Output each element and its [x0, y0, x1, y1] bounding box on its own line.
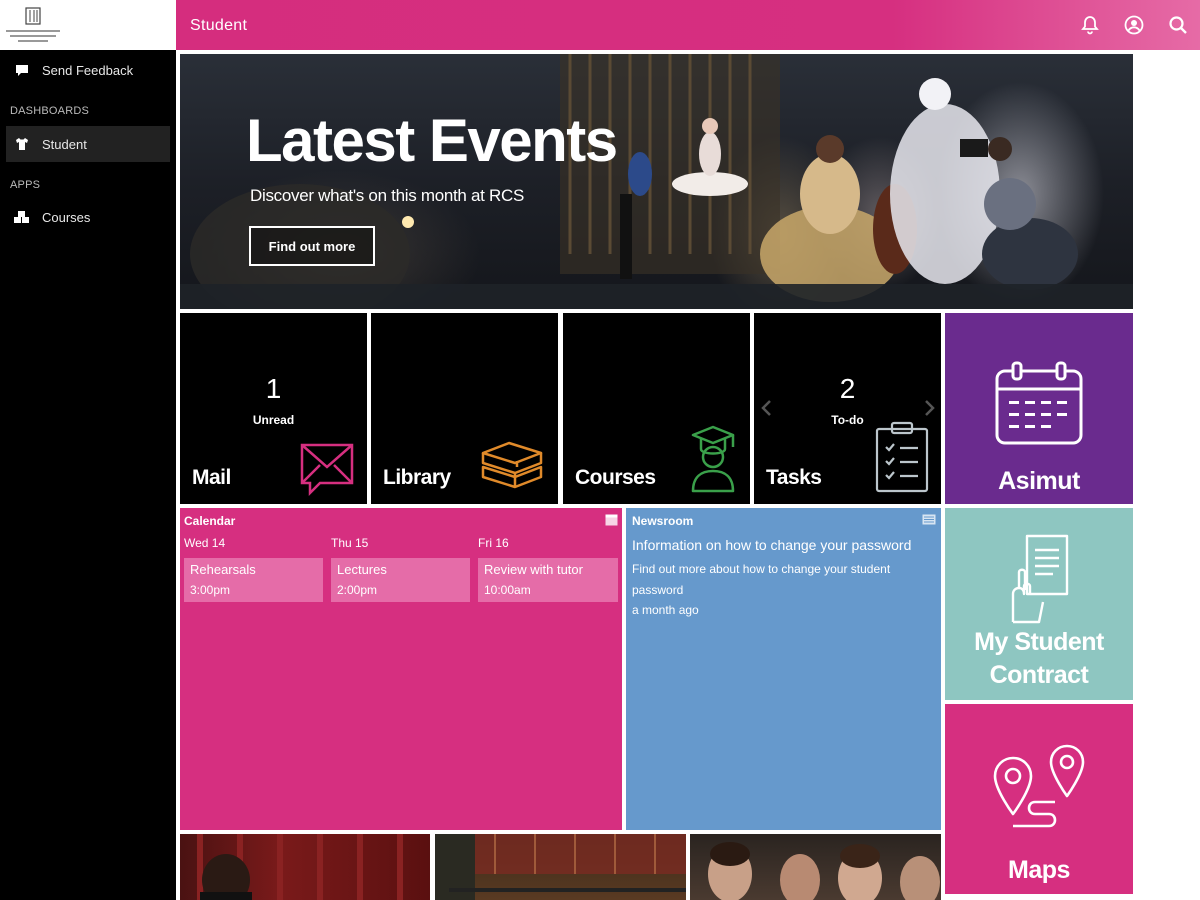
- contract-hand-icon: [1011, 534, 1069, 624]
- tasks-tile-label: Tasks: [766, 466, 822, 489]
- student-contract-label-line1: My Student: [974, 628, 1104, 656]
- bell-icon[interactable]: [1079, 14, 1101, 36]
- courses-tile[interactable]: Courses: [563, 313, 750, 504]
- performers-illustration: [180, 78, 1133, 309]
- photo-card[interactable]: [180, 834, 430, 900]
- search-icon[interactable]: [1167, 14, 1189, 36]
- maps-tile[interactable]: Maps: [945, 704, 1133, 894]
- maps-tile-label: Maps: [1008, 856, 1070, 884]
- speech-bubble-icon: [12, 63, 32, 77]
- event-title: Rehearsals: [190, 562, 256, 577]
- calendar-event[interactable]: Rehearsals 3:00pm: [184, 558, 323, 602]
- mail-envelope-icon: [300, 443, 354, 497]
- calendar-event[interactable]: Lectures 2:00pm: [331, 558, 470, 602]
- banner-title: Latest Events: [246, 107, 618, 174]
- app-window: { "topbar": { "title": "Student" }, "sid…: [0, 0, 1200, 900]
- news-description: Find out more about how to change your s…: [632, 562, 891, 597]
- student-contract-label-line2: Contract: [989, 661, 1089, 689]
- sidebar-item-courses[interactable]: Courses: [6, 199, 170, 235]
- page-title: Student: [190, 17, 248, 34]
- asimut-tile[interactable]: Asimut: [945, 313, 1133, 504]
- sidebar-item-label: Send Feedback: [42, 62, 134, 78]
- newsroom-title: Newsroom: [632, 514, 694, 528]
- sidebar-item-send-feedback[interactable]: Send Feedback: [6, 52, 170, 88]
- sidebar-heading-dashboards: DASHBOARDS: [10, 105, 90, 117]
- account-icon[interactable]: [1123, 14, 1145, 36]
- student-contract-tile[interactable]: My Student Contract: [945, 508, 1133, 700]
- mail-unread-count: 1: [265, 373, 282, 404]
- banner-subtitle: Discover what's on this month at RCS: [250, 186, 525, 205]
- tshirt-icon: [12, 137, 32, 151]
- photo-card[interactable]: [690, 834, 941, 900]
- event-title: Review with tutor: [484, 562, 583, 577]
- news-headline[interactable]: Information on how to change your passwo…: [632, 537, 935, 553]
- mail-tile[interactable]: 1 Unread Mail: [180, 313, 367, 504]
- top-bar: Student: [176, 0, 1200, 50]
- library-tile-label: Library: [383, 466, 451, 489]
- event-title: Lectures: [337, 562, 387, 577]
- calendar-title: Calendar: [184, 514, 236, 528]
- graduate-icon: [691, 425, 735, 493]
- logo-area: [0, 0, 176, 50]
- books-icon: [481, 441, 543, 489]
- newsroom-widget[interactable]: Newsroom Information on how to change yo…: [626, 508, 941, 830]
- find-out-more-button[interactable]: Find out more: [249, 226, 375, 266]
- audience-photo: [708, 842, 940, 900]
- photo-card[interactable]: [435, 834, 686, 900]
- map-pins-icon: [993, 744, 1085, 828]
- cubes-icon: [12, 210, 32, 224]
- calendar-small-icon: [605, 514, 618, 526]
- newspaper-icon: [922, 514, 936, 525]
- performer-photo: [197, 834, 403, 900]
- sidebar-heading-apps: APPS: [10, 179, 41, 191]
- event-time: 2:00pm: [337, 583, 378, 597]
- tasks-tile[interactable]: 2 To-do Tasks: [754, 313, 941, 504]
- mail-unread-label: Unread: [252, 413, 295, 427]
- latest-events-banner[interactable]: Latest Events Discover what's on this mo…: [180, 54, 1133, 309]
- calendar-day-label: Wed 14: [184, 536, 226, 550]
- rcs-logo: [6, 7, 60, 42]
- sidebar: Send Feedback DASHBOARDS Student APPS Co…: [0, 0, 176, 900]
- calendar-day-label: Thu 15: [331, 536, 369, 550]
- clipboard-checklist-icon: [875, 421, 929, 493]
- asimut-tile-label: Asimut: [998, 467, 1080, 495]
- sidebar-item-label: Courses: [42, 209, 91, 225]
- sidebar-item-label: Student: [42, 136, 87, 152]
- theatre-photo: [435, 834, 686, 900]
- event-time: 10:00am: [484, 583, 531, 597]
- calendar-widget[interactable]: Calendar Wed 14 Thu 15 Fri 16 Rehearsals…: [180, 508, 622, 830]
- calendar-day-label: Fri 16: [478, 536, 509, 550]
- news-timestamp: a month ago: [632, 603, 699, 617]
- calendar-icon: [995, 361, 1083, 445]
- event-time: 3:00pm: [190, 583, 231, 597]
- library-tile[interactable]: Library: [371, 313, 558, 504]
- calendar-event[interactable]: Review with tutor 10:00am: [478, 558, 618, 602]
- tasks-todo-count: 2: [839, 373, 856, 404]
- mail-tile-label: Mail: [192, 466, 231, 489]
- sidebar-item-student[interactable]: Student: [6, 126, 170, 162]
- courses-tile-label: Courses: [575, 466, 656, 489]
